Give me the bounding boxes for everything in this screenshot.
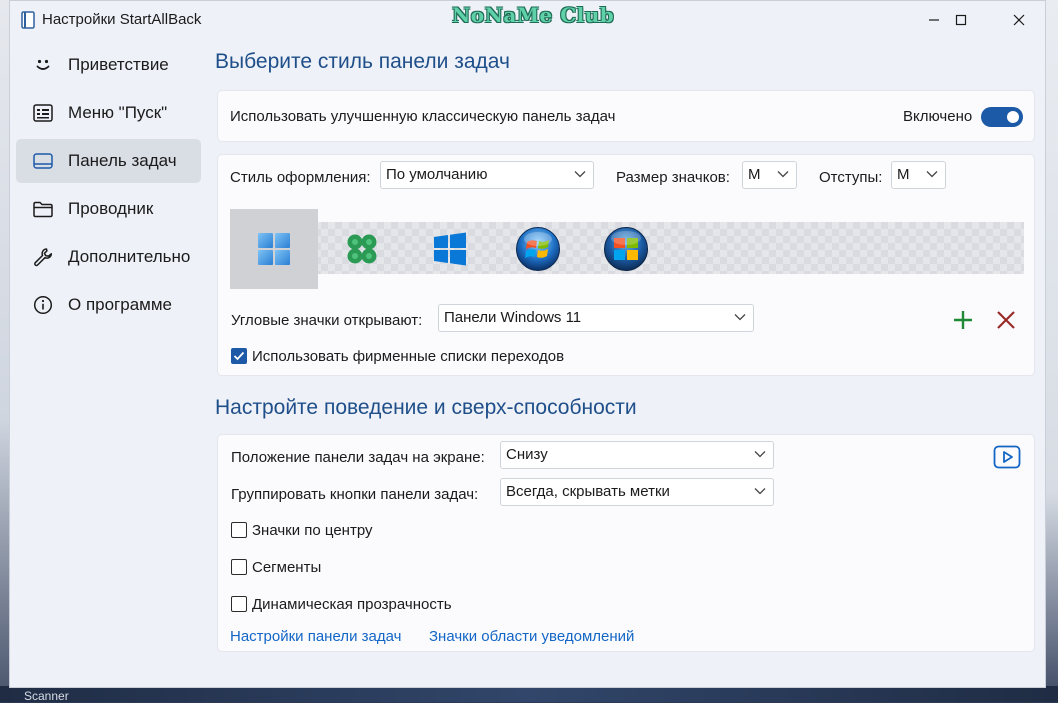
style-option-vista[interactable]	[582, 209, 670, 289]
video-tutorial-button[interactable]	[993, 445, 1021, 469]
taskbar-position-label: Положение панели задач на экране:	[231, 449, 485, 466]
style-option-windows10[interactable]	[406, 209, 494, 289]
style-option-windows7[interactable]	[494, 209, 582, 289]
sidebar-item-start-menu[interactable]: Меню "Пуск"	[16, 91, 201, 135]
chevron-down-icon	[734, 314, 746, 321]
chevron-down-icon	[574, 171, 586, 178]
close-icon	[1013, 14, 1025, 26]
jumplists-checkbox[interactable]	[231, 348, 247, 364]
taskbar-position-select[interactable]: Снизу	[500, 441, 774, 469]
enhanced-taskbar-card: Использовать улучшенную классическую пан…	[217, 90, 1035, 142]
enhanced-taskbar-toggle[interactable]	[981, 107, 1023, 127]
taskbar-style-card: Стиль оформления: По умолчанию Размер зн…	[217, 154, 1035, 376]
chevron-down-icon	[777, 171, 789, 178]
corner-icons-select[interactable]: Панели Windows 11	[438, 304, 754, 332]
style-option-windows11[interactable]	[230, 209, 318, 289]
desktop-left-edge	[0, 0, 9, 702]
section-title-style: Выберите стиль панели задач	[215, 50, 510, 73]
notification-icons-link[interactable]: Значки области уведомлений	[429, 628, 634, 645]
desktop-right-edge	[1046, 0, 1058, 702]
play-icon	[993, 445, 1021, 469]
chevron-down-icon	[754, 488, 766, 495]
toggle-knob	[1007, 111, 1019, 123]
close-button[interactable]	[996, 1, 1042, 39]
sidebar-item-label: Проводник	[68, 199, 154, 218]
sidebar-item-welcome[interactable]: Приветствие	[16, 43, 201, 87]
enhanced-taskbar-label: Использовать улучшенную классическую пан…	[230, 108, 616, 125]
chevron-down-icon	[926, 171, 938, 178]
wrench-icon	[32, 246, 54, 268]
app-book-icon	[21, 11, 35, 29]
sidebar-item-label: Приветствие	[68, 55, 169, 74]
window-title: Настройки StartAllBack	[42, 11, 202, 28]
maximize-icon	[955, 14, 967, 26]
padding-select[interactable]: M	[891, 161, 946, 189]
corner-icons-value: Панели Windows 11	[444, 309, 582, 326]
windows7-orb-icon	[516, 227, 560, 271]
clover-logo-icon	[347, 234, 377, 264]
toggle-state-label: Включено	[903, 108, 973, 125]
padding-label: Отступы:	[819, 169, 883, 186]
icon-size-value: M	[748, 166, 761, 183]
smiley-icon	[32, 54, 54, 76]
windows10-logo-icon	[434, 232, 466, 266]
dynamic-transparency-label[interactable]: Динамическая прозрачность	[252, 596, 452, 613]
visual-style-select[interactable]: По умолчанию	[380, 161, 594, 189]
behavior-card: Положение панели задач на экране: Снизу …	[217, 434, 1035, 652]
sidebar-item-label: Панель задач	[68, 151, 177, 170]
padding-value: M	[897, 166, 910, 183]
sidebar-item-label: Дополнительно	[68, 247, 191, 266]
sidebar-item-explorer[interactable]: Проводник	[16, 187, 201, 231]
info-icon	[32, 294, 54, 316]
segments-label[interactable]: Сегменты	[252, 559, 321, 576]
desktop-bottom-edge	[0, 686, 1058, 702]
segments-checkbox[interactable]	[231, 559, 247, 575]
chevron-down-icon	[754, 451, 766, 458]
sidebar-item-advanced[interactable]: Дополнительно	[16, 235, 201, 279]
title-bar[interactable]: Настройки StartAllBack NoNaMe Club	[10, 1, 1045, 39]
desktop-icon-label[interactable]: Scanner	[24, 690, 69, 702]
section-title-behavior: Настройте поведение и сверх-способности	[215, 396, 637, 419]
watermark-logo: NoNaMe Club	[452, 3, 615, 27]
jumplists-label[interactable]: Использовать фирменные списки переходов	[252, 348, 564, 365]
sidebar-item-taskbar[interactable]: Панель задач	[16, 139, 201, 183]
sidebar-item-label: О программе	[68, 295, 173, 314]
taskbar-position-value: Снизу	[506, 446, 548, 463]
group-buttons-value: Всегда, скрывать метки	[506, 483, 670, 500]
visual-style-label: Стиль оформления:	[230, 169, 371, 186]
center-icons-checkbox[interactable]	[231, 522, 247, 538]
add-button[interactable]	[950, 307, 976, 333]
vista-orb-icon	[604, 227, 648, 271]
center-icons-label[interactable]: Значки по центру	[252, 522, 373, 539]
plus-icon	[954, 311, 972, 329]
folder-icon	[32, 198, 54, 220]
group-buttons-label: Группировать кнопки панели задач:	[231, 486, 479, 503]
windows11-logo-icon	[258, 233, 290, 265]
settings-window: Настройки StartAllBack NoNaMe Club Приве…	[9, 0, 1046, 688]
style-option-clover[interactable]	[318, 209, 406, 289]
start-menu-icon	[32, 102, 54, 124]
checkmark-icon	[233, 351, 245, 361]
group-buttons-select[interactable]: Всегда, скрывать метки	[500, 478, 774, 506]
taskbar-settings-link[interactable]: Настройки панели задач	[230, 628, 401, 645]
sidebar-item-label: Меню "Пуск"	[68, 103, 168, 122]
icon-size-select[interactable]: M	[742, 161, 797, 189]
sidebar-nav: Приветствие Меню "Пуск" Панель задач Про…	[16, 43, 201, 331]
x-icon	[997, 311, 1015, 329]
dynamic-transparency-checkbox[interactable]	[231, 596, 247, 612]
corner-icons-label: Угловые значки открывают:	[231, 312, 423, 329]
taskbar-icon	[32, 150, 54, 172]
remove-button[interactable]	[993, 307, 1019, 333]
maximize-button[interactable]	[938, 1, 984, 39]
icon-size-label: Размер значков:	[616, 169, 730, 186]
visual-style-value: По умолчанию	[386, 166, 488, 183]
sidebar-item-about[interactable]: О программе	[16, 283, 201, 327]
